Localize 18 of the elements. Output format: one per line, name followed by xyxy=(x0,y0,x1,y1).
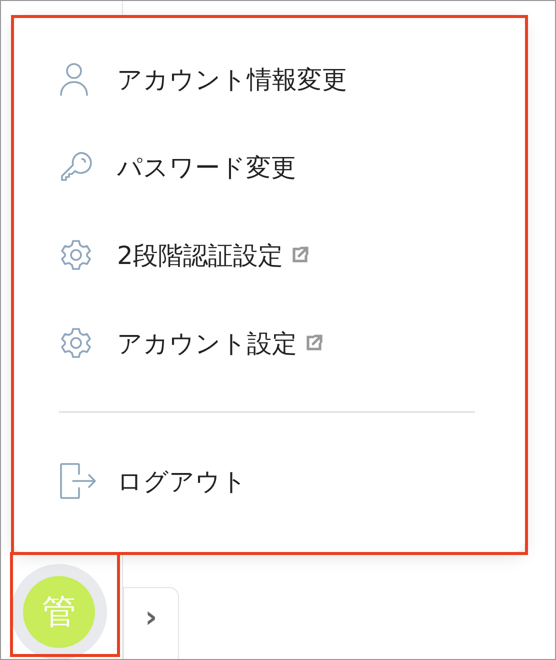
gear-icon xyxy=(59,238,93,272)
menu-item[interactable]: 2段階認証設定 xyxy=(59,211,475,299)
menu-label: 2段階認証設定 xyxy=(117,240,283,272)
expand-button[interactable]: › xyxy=(123,587,179,659)
gear-icon xyxy=(59,326,93,360)
logout-icon xyxy=(59,462,97,500)
external-link-icon xyxy=(305,334,323,352)
menu-label: ログアウト xyxy=(117,466,247,498)
menu-label: アカウント情報変更 xyxy=(117,64,347,96)
menu-label: パスワード変更 xyxy=(117,152,296,184)
menu-item[interactable]: ログアウト xyxy=(59,437,475,525)
menu-item[interactable]: アカウント情報変更 xyxy=(59,35,475,123)
menu-label: アカウント設定 xyxy=(117,328,297,360)
external-link-icon xyxy=(290,246,309,264)
person-icon xyxy=(59,62,89,96)
menu-item[interactable]: アカウント設定 xyxy=(59,299,475,387)
menu-item[interactable]: パスワード変更 xyxy=(59,123,475,211)
key-icon xyxy=(59,150,93,184)
